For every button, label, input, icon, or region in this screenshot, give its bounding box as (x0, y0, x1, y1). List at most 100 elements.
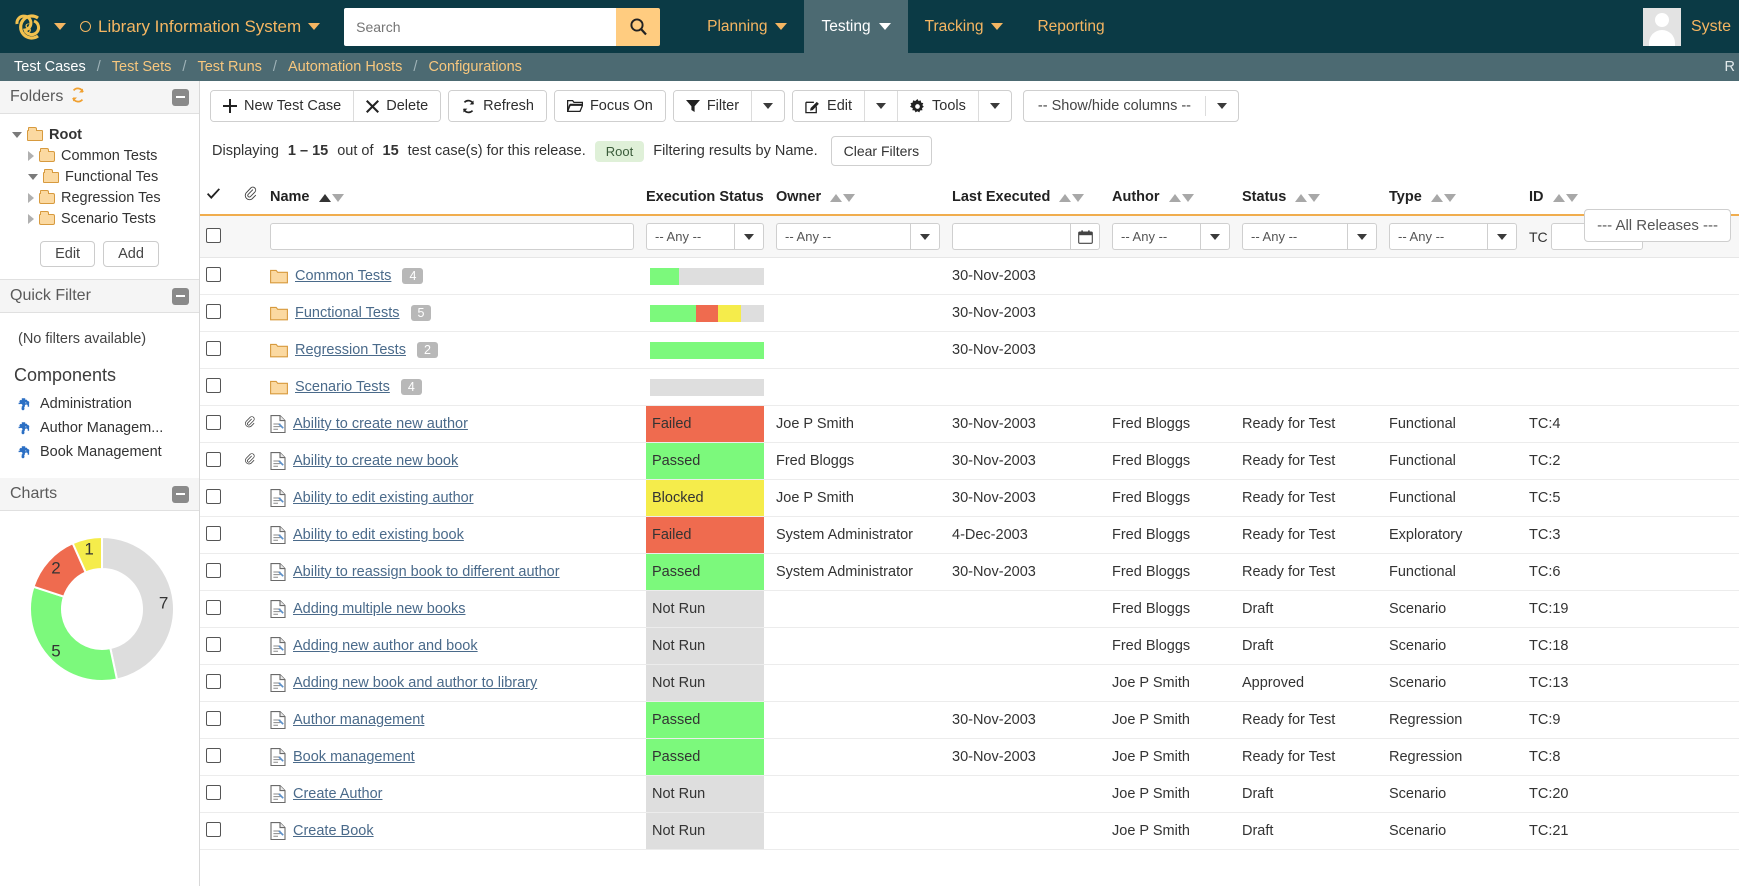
test-case-link[interactable]: Create Book (293, 823, 374, 839)
chevron-right-icon[interactable] (28, 151, 34, 161)
row-checkbox[interactable] (206, 748, 221, 763)
filter-type-value[interactable]: -- Any -- (1389, 223, 1487, 250)
table-row[interactable]: Functional Tests530-Nov-2003 (200, 295, 1739, 332)
header-status[interactable]: Status (1236, 178, 1383, 215)
folder-link[interactable]: Functional Tests (295, 305, 400, 321)
focus-on-button[interactable]: Focus On (555, 91, 665, 121)
table-row[interactable]: Ability to reassign book to different au… (200, 554, 1739, 591)
filter-type-dropdown[interactable] (1487, 223, 1517, 250)
filter-status-value[interactable]: -- Any -- (1242, 223, 1347, 250)
test-case-link[interactable]: Book management (293, 749, 415, 765)
test-case-link[interactable]: Adding multiple new books (293, 601, 466, 617)
test-case-link[interactable]: Ability to reassign book to different au… (293, 564, 560, 580)
tree-node-common-tests[interactable]: Common Tests (0, 145, 199, 166)
table-row[interactable]: Author managementPassed30-Nov-2003Joe P … (200, 702, 1739, 739)
breadcrumb-item-automation-hosts[interactable]: Automation Hosts (288, 59, 402, 75)
collapse-icon[interactable] (172, 89, 189, 106)
breadcrumb-item-configurations[interactable]: Configurations (428, 59, 522, 75)
sort-icons[interactable] (1059, 194, 1084, 202)
filter-execution-status-dropdown[interactable] (734, 223, 764, 250)
release-selector[interactable]: --- All Releases --- (1584, 209, 1731, 242)
product-dropdown-caret-icon[interactable] (308, 23, 320, 30)
edit-dropdown-button[interactable] (864, 91, 897, 121)
row-checkbox[interactable] (206, 267, 221, 282)
edit-button[interactable]: Edit (793, 91, 864, 121)
header-name[interactable]: Name (264, 178, 640, 215)
test-case-link[interactable]: Ability to edit existing book (293, 527, 464, 543)
filter-last-executed-input[interactable] (952, 223, 1070, 250)
row-checkbox[interactable] (206, 822, 221, 837)
component-item-administration[interactable]: Administration (0, 392, 199, 416)
header-type[interactable]: Type (1383, 178, 1523, 215)
tools-button[interactable]: Tools (897, 91, 978, 121)
tree-node-scenario-tests[interactable]: Scenario Tests (0, 208, 199, 229)
add-folder-button[interactable]: Add (103, 241, 159, 267)
row-checkbox[interactable] (206, 452, 221, 467)
component-item-book-management[interactable]: Book Management (0, 440, 199, 464)
tools-dropdown-button[interactable] (978, 91, 1011, 121)
sort-icons[interactable] (1431, 194, 1456, 202)
search-button[interactable] (616, 8, 660, 46)
search-input[interactable] (344, 8, 616, 46)
folder-link[interactable]: Regression Tests (295, 342, 406, 358)
tree-node-regression-tests[interactable]: Regression Tes (0, 187, 199, 208)
show-hide-columns-select[interactable]: -- Show/hide columns -- (1023, 90, 1239, 122)
filter-owner-value[interactable]: -- Any -- (776, 223, 910, 250)
row-checkbox[interactable] (206, 489, 221, 504)
edit-folder-button[interactable]: Edit (40, 241, 95, 267)
row-checkbox[interactable] (206, 711, 221, 726)
delete-button[interactable]: Delete (353, 91, 440, 121)
header-select-all[interactable] (200, 178, 238, 215)
row-checkbox[interactable] (206, 600, 221, 615)
filter-author-value[interactable]: -- Any -- (1112, 223, 1200, 250)
folder-link[interactable]: Scenario Tests (295, 379, 390, 395)
nav-item-testing[interactable]: Testing (804, 0, 907, 53)
table-row[interactable]: Book managementPassed30-Nov-2003Joe P Sm… (200, 739, 1739, 776)
sort-icons[interactable] (1553, 194, 1578, 202)
table-row[interactable]: Ability to edit existing bookFailedSyste… (200, 517, 1739, 554)
sort-icons[interactable] (319, 194, 344, 202)
row-checkbox[interactable] (206, 563, 221, 578)
table-row[interactable]: Create AuthorNot RunJoe P SmithDraftScen… (200, 776, 1739, 813)
filter-name-input[interactable] (270, 223, 634, 250)
product-selector[interactable]: Library Information System (80, 17, 320, 37)
nav-item-reporting[interactable]: Reporting (1020, 0, 1121, 53)
chevron-down-icon[interactable] (12, 132, 22, 138)
table-row[interactable]: Ability to create new authorFailedJoe P … (200, 406, 1739, 443)
filter-button[interactable]: Filter (674, 91, 751, 121)
table-row[interactable]: Common Tests430-Nov-2003 (200, 258, 1739, 295)
sort-icons[interactable] (830, 194, 855, 202)
user-menu[interactable]: Syste (1643, 0, 1739, 53)
tree-node-functional-tests[interactable]: Functional Tes (0, 166, 199, 187)
logo-area[interactable]: S (0, 10, 66, 44)
chevron-right-icon[interactable] (28, 193, 34, 203)
table-row[interactable]: Create BookNot RunJoe P SmithDraftScenar… (200, 813, 1739, 850)
table-row[interactable]: Ability to create new bookPassedFred Blo… (200, 443, 1739, 480)
row-checkbox[interactable] (206, 378, 221, 393)
nav-item-planning[interactable]: Planning (690, 0, 804, 53)
chevron-down-icon[interactable] (28, 174, 38, 180)
breadcrumb-item-test-sets[interactable]: Test Sets (112, 59, 172, 75)
row-checkbox[interactable] (206, 304, 221, 319)
filter-status-dropdown[interactable] (1347, 223, 1377, 250)
table-row[interactable]: Scenario Tests4 (200, 369, 1739, 406)
row-checkbox[interactable] (206, 637, 221, 652)
breadcrumb-item-test-runs[interactable]: Test Runs (197, 59, 261, 75)
tree-node-root[interactable]: Root (0, 124, 199, 145)
breadcrumb-item-test-cases[interactable]: Test Cases (14, 59, 86, 75)
test-case-link[interactable]: Adding new book and author to library (293, 675, 537, 691)
filter-owner-dropdown[interactable] (910, 223, 940, 250)
component-item-author-management[interactable]: Author Managem... (0, 416, 199, 440)
filter-dropdown-button[interactable] (751, 91, 784, 121)
header-last-executed[interactable]: Last Executed (946, 178, 1106, 215)
chevron-right-icon[interactable] (28, 214, 34, 224)
filter-execution-status-value[interactable]: -- Any -- (646, 223, 734, 250)
test-case-link[interactable]: Author management (293, 712, 424, 728)
collapse-icon[interactable] (172, 486, 189, 503)
table-row[interactable]: Adding new author and bookNot RunFred Bl… (200, 628, 1739, 665)
row-checkbox[interactable] (206, 415, 221, 430)
donut-slice[interactable] (30, 587, 117, 681)
clear-filters-button[interactable]: Clear Filters (831, 136, 932, 166)
logo-dropdown-caret-icon[interactable] (54, 23, 66, 30)
folder-link[interactable]: Common Tests (295, 268, 391, 284)
